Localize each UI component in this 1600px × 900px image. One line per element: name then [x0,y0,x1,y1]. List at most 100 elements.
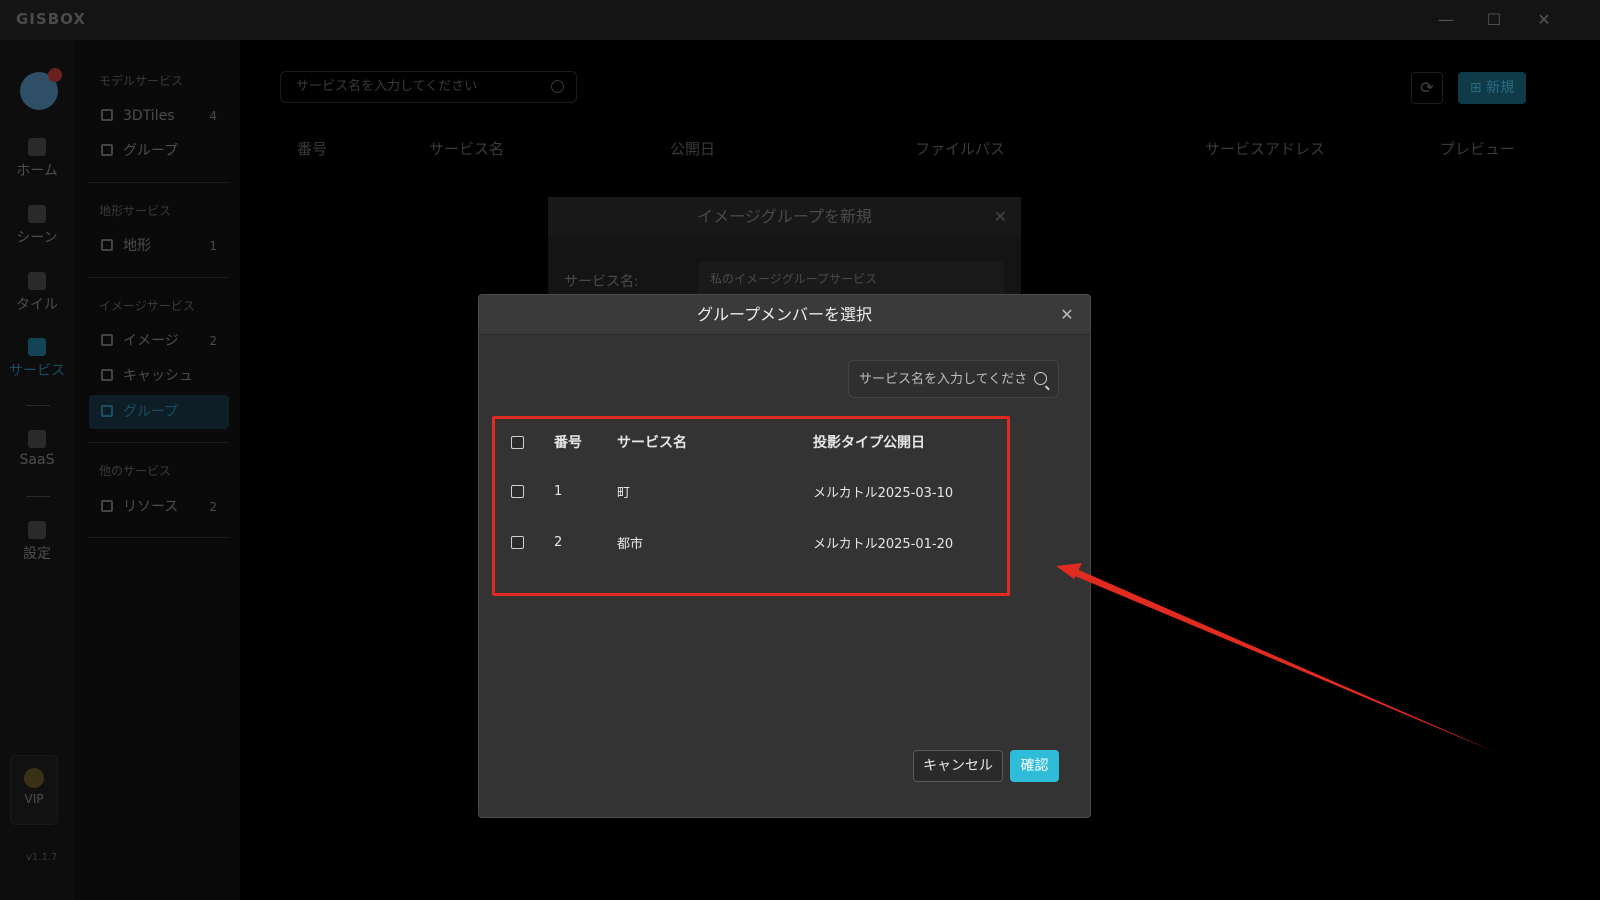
modal-header: イメージグループを新規 ✕ [548,197,1021,237]
rail-label: SaaS [19,452,55,468]
sidebar-item-label: 3DTiles [123,108,175,124]
rail-divider [26,405,50,406]
header-service-name: サービス名 [617,435,687,451]
maximize-icon[interactable]: ☐ [1482,8,1506,32]
category-other: 他のサービス [99,464,172,478]
home-icon [28,138,46,156]
sidebar-divider [89,442,229,443]
vip-label: VIP [24,792,44,806]
rail-label: ホーム [16,163,58,179]
rail-item-home[interactable]: ホーム [0,138,74,180]
vip-button[interactable]: VIP [10,755,58,825]
rail-item-settings[interactable]: 設定 [0,521,74,563]
new-button[interactable]: ⊞ 新規 [1458,72,1526,104]
tile-icon [28,272,46,290]
image-icon [101,334,113,346]
dialog-search-input[interactable] [849,361,1029,397]
rail-label: 設定 [23,546,51,562]
service-name-label: サービス名: [564,274,639,290]
rail-divider [26,496,50,497]
sidebar-item-terrain[interactable]: 地形 1 [89,229,229,263]
count-badge: 2 [209,334,217,348]
rail-item-service[interactable]: サービス [0,338,74,380]
sidebar-item-label: グループ [123,143,179,159]
minimize-icon[interactable]: — [1434,8,1458,32]
confirm-button[interactable]: 確認 [1010,750,1059,782]
close-window-icon[interactable]: ✕ [1532,8,1556,32]
sidebar-divider [89,537,229,538]
sidebar-item-label: イメージ [123,333,179,349]
plus-icon: ⊞ [1469,80,1487,96]
column-header-no: 番号 [297,140,328,158]
sidebar-item-label: 地形 [123,238,151,254]
count-badge: 4 [209,109,217,123]
main-search-input[interactable]: サービス名を入力してください [280,71,577,103]
category-image: イメージサービス [99,299,195,313]
table-row[interactable]: 2 都市 メルカトル2025-01-20 [493,518,1009,566]
settings-icon [28,521,46,539]
annotation-arrow-shaft [1070,567,1495,752]
terrain-icon [101,239,113,251]
refresh-button[interactable]: ⟳ [1411,72,1443,104]
sidebar-item-image-group[interactable]: グループ [89,395,229,429]
header-no: 番号 [554,435,582,451]
dialog-search-field [848,360,1059,398]
modal-title: イメージグループを新規 [697,207,872,226]
sidebar-item-label: キャッシュ [123,368,193,384]
close-icon[interactable]: ✕ [1056,304,1078,326]
group-icon [101,405,113,417]
cell-service-name: 町 [617,485,631,501]
count-badge: 2 [209,500,217,514]
new-button-label: 新規 [1486,80,1515,96]
sidebar-item-label: グループ [123,404,179,420]
service-sidebar: モデルサービス 3DTiles 4 グループ 地形サービス 地形 1 イメージサ… [74,40,240,900]
app-logo: GISBOX [16,10,86,28]
version-label: v1.1.7 [26,852,58,863]
category-model: モデルサービス [99,74,184,88]
close-icon[interactable]: ✕ [994,197,1007,237]
rail-item-saas[interactable]: SaaS [0,430,74,468]
dialog-title: グループメンバーを選択 [696,305,873,324]
cache-icon [101,369,113,381]
row-checkbox[interactable] [511,535,524,549]
search-placeholder: サービス名を入力してください [296,79,478,94]
sidebar-item-label: リソース [123,499,179,515]
table-row[interactable]: 1 町 メルカトル2025-03-10 [493,467,1009,515]
resource-icon [101,500,113,512]
sidebar-divider [89,182,229,183]
scene-icon [28,205,46,223]
model-icon [101,109,113,121]
cell-no: 2 [554,534,563,550]
members-table: 番号 サービス名 投影タイプ公開日 1 町 メルカトル2025-03-10 2 … [493,417,1009,597]
row-checkbox[interactable] [511,484,524,498]
rail-item-tile[interactable]: タイル [0,272,74,314]
service-icon [28,338,46,356]
search-icon [551,80,564,93]
rail-label: シーン [16,230,58,246]
category-terrain: 地形サービス [99,204,172,218]
cell-no: 1 [554,483,563,499]
service-name-field[interactable]: 私のイメージグループサービス [698,261,1004,297]
sidebar-item-image[interactable]: イメージ 2 [89,324,229,358]
select-all-checkbox[interactable] [511,435,524,449]
count-badge: 1 [209,239,217,253]
cancel-button[interactable]: キャンセル [913,750,1003,782]
rail-label: タイル [16,297,58,313]
sidebar-item-3dtiles[interactable]: 3DTiles 4 [89,99,229,133]
column-header-preview: プレビュー [1440,140,1516,158]
sidebar-divider [89,277,229,278]
header-projection-date: 投影タイプ公開日 [813,435,925,451]
cell-service-name: 都市 [617,536,644,552]
rail-item-scene[interactable]: シーン [0,205,74,247]
sidebar-item-cache[interactable]: キャッシュ [89,359,229,393]
notification-badge [48,68,62,82]
rail-label: サービス [9,363,65,379]
sidebar-item-resource[interactable]: リソース 2 [89,490,229,524]
saas-icon [28,430,46,448]
model-icon [101,144,113,156]
search-icon[interactable] [1034,372,1047,385]
select-group-members-dialog: グループメンバーを選択 ✕ 番号 サービス名 投影タイプ公開日 1 町 メルカト… [478,294,1091,818]
cell-projection-date: メルカトル2025-03-10 [813,485,954,501]
table-header-row: 番号 サービス名 投影タイプ公開日 [493,417,1009,467]
sidebar-item-model-group[interactable]: グループ [89,134,229,168]
